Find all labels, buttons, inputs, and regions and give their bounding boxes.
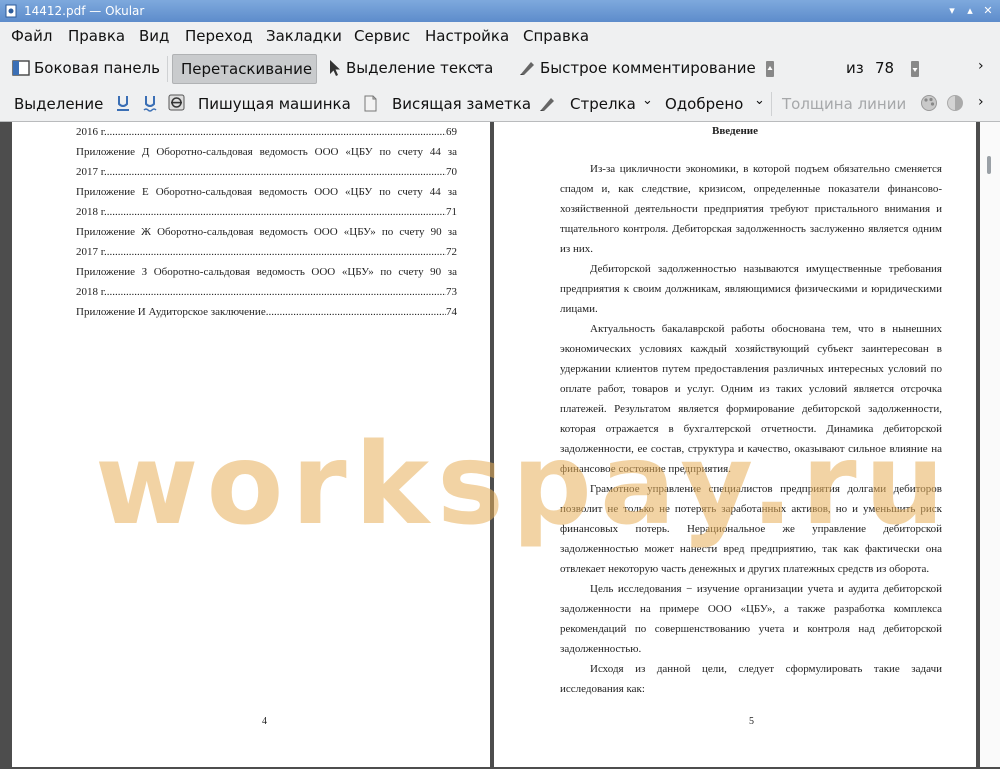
cursor-arrow-icon bbox=[330, 60, 340, 76]
stamp-chevron-down-icon[interactable]: ⌄ bbox=[754, 93, 765, 108]
page-number: 5 bbox=[749, 716, 754, 727]
toc-entry: 2018 г. 71 bbox=[76, 202, 457, 222]
paragraph: Дебиторской задолженностью называются им… bbox=[560, 263, 942, 315]
squiggly-underline-icon[interactable] bbox=[143, 95, 157, 112]
maximize-icon[interactable]: ▴ bbox=[962, 3, 978, 19]
menu-bookmarks[interactable]: Закладки bbox=[266, 27, 342, 45]
paragraph: Исходя из данной цели, следует сформулир… bbox=[560, 663, 942, 695]
toc-entry: 2016 г. 69 bbox=[76, 122, 457, 142]
toc-entry: 2017 г. 72 bbox=[76, 242, 457, 262]
toc-entry-text: Приложение З Оборотно-сальдовая ведомост… bbox=[76, 266, 457, 278]
document-viewer[interactable]: 2016 г. 69 Приложение Д Оборотно-сальдова… bbox=[0, 122, 1000, 769]
quick-annotate-label: Быстрое комментирование bbox=[540, 59, 756, 77]
underline-icon[interactable] bbox=[116, 95, 130, 112]
line-width-button[interactable]: Толщина линии bbox=[782, 95, 906, 113]
pen-icon bbox=[540, 98, 554, 111]
arrow-tool-button[interactable]: Стрелка bbox=[570, 95, 636, 113]
text-select-tool-button[interactable]: Выделение текста ⌄ bbox=[326, 56, 493, 80]
toc-entry-text: Приложение Е Оборотно-сальдовая ведомост… bbox=[76, 186, 457, 198]
page-number: 4 bbox=[262, 716, 267, 727]
sidebar-icon bbox=[12, 60, 30, 76]
stamp-button[interactable]: Одобрено bbox=[665, 95, 743, 113]
menu-bar: Файл Правка Вид Переход Закладки Сервис … bbox=[0, 22, 1000, 50]
arrow-chevron-down-icon[interactable]: ⌄ bbox=[642, 93, 653, 108]
paragraph: Грамотное управление специалистов предпр… bbox=[560, 483, 942, 575]
main-toolbar: Боковая панель Перетаскивание Выделение … bbox=[0, 50, 1000, 135]
toc-entry-text: 2017 г. bbox=[76, 246, 107, 258]
browse-tool-label: Перетаскивание bbox=[181, 60, 313, 78]
menu-edit[interactable]: Правка bbox=[68, 27, 125, 45]
toc-entry-text: 2018 г. bbox=[76, 286, 107, 298]
strikeout-icon[interactable] bbox=[168, 94, 185, 111]
scrollbar-thumb[interactable] bbox=[987, 156, 991, 174]
pen-icon bbox=[520, 62, 534, 75]
okular-app-icon bbox=[5, 4, 17, 18]
highlight-button[interactable]: Выделение bbox=[14, 95, 103, 113]
chevron-down-icon[interactable]: ⌄ bbox=[471, 58, 482, 73]
menu-file[interactable]: Файл bbox=[11, 27, 52, 45]
window-title: 14412.pdf — Okular bbox=[24, 4, 145, 18]
toc-entry-page: 69 bbox=[446, 126, 457, 138]
document-page-5: Введение Из-за цикличности экономики, в … bbox=[494, 122, 976, 767]
toc-entry-page: 74 bbox=[446, 306, 457, 318]
toolbar-overflow-icon[interactable]: › bbox=[978, 94, 984, 110]
menu-go[interactable]: Переход bbox=[185, 27, 253, 45]
sidebar-label: Боковая панель bbox=[34, 59, 160, 77]
paragraph: Из-за цикличности экономики, в которой п… bbox=[560, 163, 942, 255]
table-of-contents: 2016 г. 69 Приложение Д Оборотно-сальдова… bbox=[76, 122, 457, 322]
color-palette-icon[interactable] bbox=[920, 94, 938, 112]
note-icon bbox=[364, 95, 377, 112]
toc-entry-page: 72 bbox=[446, 246, 457, 258]
section-heading: Введение bbox=[711, 125, 759, 137]
toolbar-separator bbox=[167, 56, 168, 82]
page-total-label: 78 bbox=[875, 59, 895, 77]
toc-entry-text: Приложение И Аудиторское заключение bbox=[76, 306, 266, 318]
previous-page-icon[interactable] bbox=[765, 60, 775, 78]
next-page-icon[interactable] bbox=[910, 60, 920, 78]
toc-entry-text: Приложение Д Оборотно-сальдовая ведомост… bbox=[76, 146, 457, 158]
toc-entry-text: 2018 г. bbox=[76, 206, 107, 218]
typewriter-button[interactable]: Пишущая машинка bbox=[198, 95, 351, 113]
close-icon[interactable]: ✕ bbox=[980, 3, 996, 19]
paragraph: Цель исследования − изучение организации… bbox=[560, 583, 942, 655]
menu-settings[interactable]: Настройка bbox=[425, 27, 509, 45]
toc-entry-page: 70 bbox=[446, 166, 457, 178]
minimize-icon[interactable]: ▾ bbox=[944, 3, 960, 19]
popup-note-button[interactable]: Висящая заметка bbox=[392, 95, 531, 113]
toolbar-overflow-icon[interactable]: › bbox=[978, 58, 984, 74]
page-of-label: из bbox=[846, 59, 864, 77]
toc-entry: Приложение И Аудиторское заключение 74 bbox=[76, 302, 457, 322]
menu-help[interactable]: Справка bbox=[523, 27, 589, 45]
opacity-icon[interactable] bbox=[946, 94, 964, 112]
page-body: Из-за цикличности экономики, в которой п… bbox=[560, 159, 942, 699]
toc-entry: 2018 г. 73 bbox=[76, 282, 457, 302]
document-page-4: 2016 г. 69 Приложение Д Оборотно-сальдова… bbox=[12, 122, 490, 767]
annotation-toolbar: Выделение Пишущая машинка Висящая заметк… bbox=[0, 87, 1000, 122]
menu-tools[interactable]: Сервис bbox=[354, 27, 410, 45]
toc-entry-text: Приложение Ж Оборотно-сальдовая ведомост… bbox=[76, 226, 457, 238]
title-bar[interactable]: 14412.pdf — Okular ▾ ▴ ✕ bbox=[0, 0, 1000, 22]
toc-entry: 2017 г. 70 bbox=[76, 162, 457, 182]
toc-entry-text: 2017 г. bbox=[76, 166, 107, 178]
toc-entry-page: 73 bbox=[446, 286, 457, 298]
toc-entry-text: 2016 г. bbox=[76, 126, 107, 138]
toolbar-separator bbox=[771, 92, 772, 116]
toc-entry-page: 71 bbox=[446, 206, 457, 218]
browse-tool-button[interactable]: Перетаскивание bbox=[172, 54, 317, 84]
vertical-scrollbar[interactable] bbox=[980, 122, 1000, 767]
menu-view[interactable]: Вид bbox=[139, 27, 169, 45]
paragraph: Актуальность бакалаврской работы обоснов… bbox=[560, 323, 942, 475]
